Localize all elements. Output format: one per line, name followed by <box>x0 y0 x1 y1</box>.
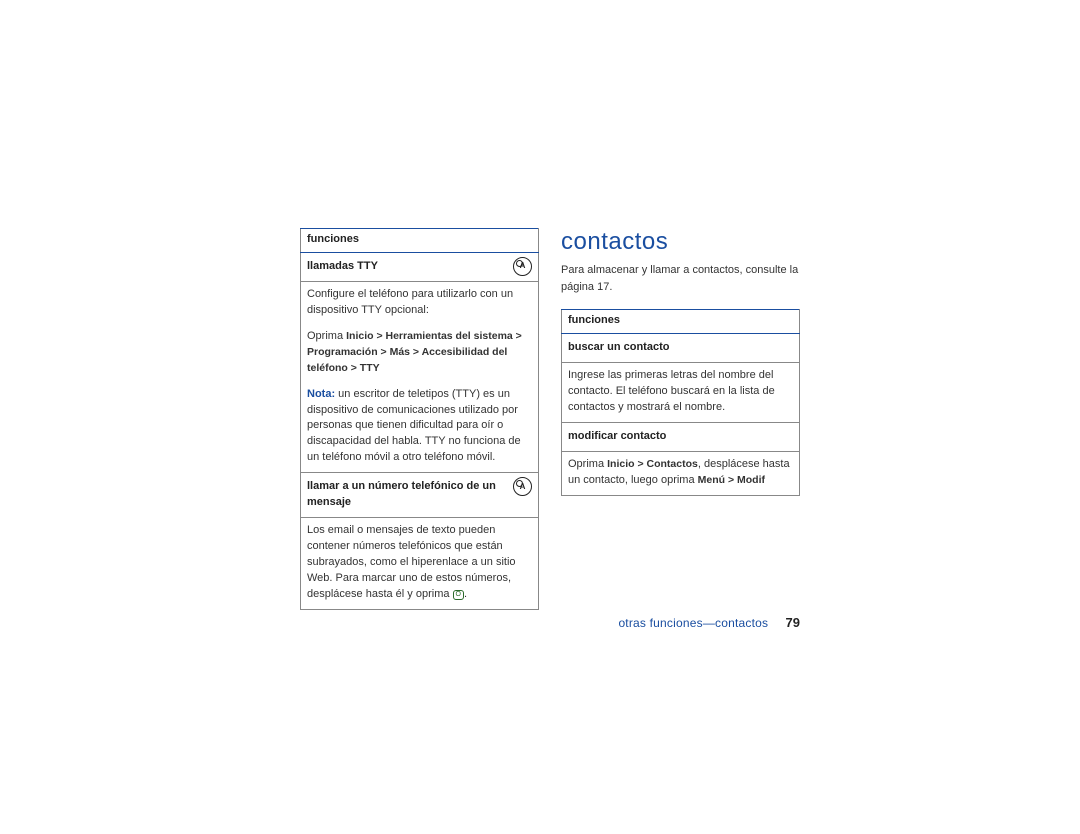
llamar-body-suffix: . <box>464 588 467 600</box>
tty-nota-block: Nota: un escritor de teletipos (TTY) es … <box>307 387 532 467</box>
llamadas-tty-label: llamadas TTY <box>307 260 378 272</box>
llamar-numero-label: llamar a un número telefónico de un mens… <box>307 479 502 511</box>
tty-config-text: Configure el teléfono para utilizarlo co… <box>307 287 532 319</box>
oprima-prefix: Oprima <box>307 330 346 342</box>
modif-path1: Inicio > Contactos <box>607 458 698 470</box>
tty-path-line: Oprima Inicio > Herramientas del sistema… <box>307 329 532 377</box>
row-llamadas-tty-title: llamadas TTY <box>301 252 539 281</box>
row-llamar-numero-title: llamar a un número telefónico de un mens… <box>301 473 539 518</box>
modif-prefix: Oprima <box>568 458 607 470</box>
row-buscar-contacto-title: buscar un contacto <box>562 333 800 362</box>
breadcrumb: otras funciones—contactos <box>618 616 768 630</box>
nota-label: Nota: <box>307 388 335 400</box>
modif-path2: Menú > Modif <box>698 474 765 486</box>
page-content: funciones llamadas TTY Configure el telé… <box>300 228 800 610</box>
row-llamadas-tty-body: Configure el teléfono para utilizarlo co… <box>301 281 539 472</box>
row-llamar-numero-body: Los email o mensajes de texto pueden con… <box>301 518 539 610</box>
section-heading-contactos: contactos <box>561 228 800 256</box>
left-column: funciones llamadas TTY Configure el telé… <box>300 228 539 610</box>
funciones-table-right: funciones buscar un contacto Ingrese las… <box>561 309 800 496</box>
table-header-funciones: funciones <box>301 229 539 253</box>
ok-key-icon: O <box>453 590 464 600</box>
page-footer: otras funciones—contactos 79 <box>300 615 800 630</box>
row-modificar-contacto-body: Oprima Inicio > Contactos, desplácese ha… <box>562 451 800 495</box>
nota-text: un escritor de teletipos (TTY) es un dis… <box>307 388 521 464</box>
row-modificar-contacto-title: modificar contacto <box>562 422 800 451</box>
llamar-body-prefix: Los email o mensajes de texto pueden con… <box>307 524 516 600</box>
funciones-table-left: funciones llamadas TTY Configure el telé… <box>300 228 539 610</box>
right-column: contactos Para almacenar y llamar a cont… <box>561 228 800 610</box>
accessibility-icon <box>513 477 532 496</box>
page-number: 79 <box>786 615 800 630</box>
row-buscar-contacto-body: Ingrese las primeras letras del nombre d… <box>562 362 800 422</box>
table-header-funciones: funciones <box>562 310 800 334</box>
contactos-intro: Para almacenar y llamar a contactos, con… <box>561 262 800 295</box>
accessibility-icon <box>513 257 532 276</box>
two-column-layout: funciones llamadas TTY Configure el telé… <box>300 228 800 610</box>
